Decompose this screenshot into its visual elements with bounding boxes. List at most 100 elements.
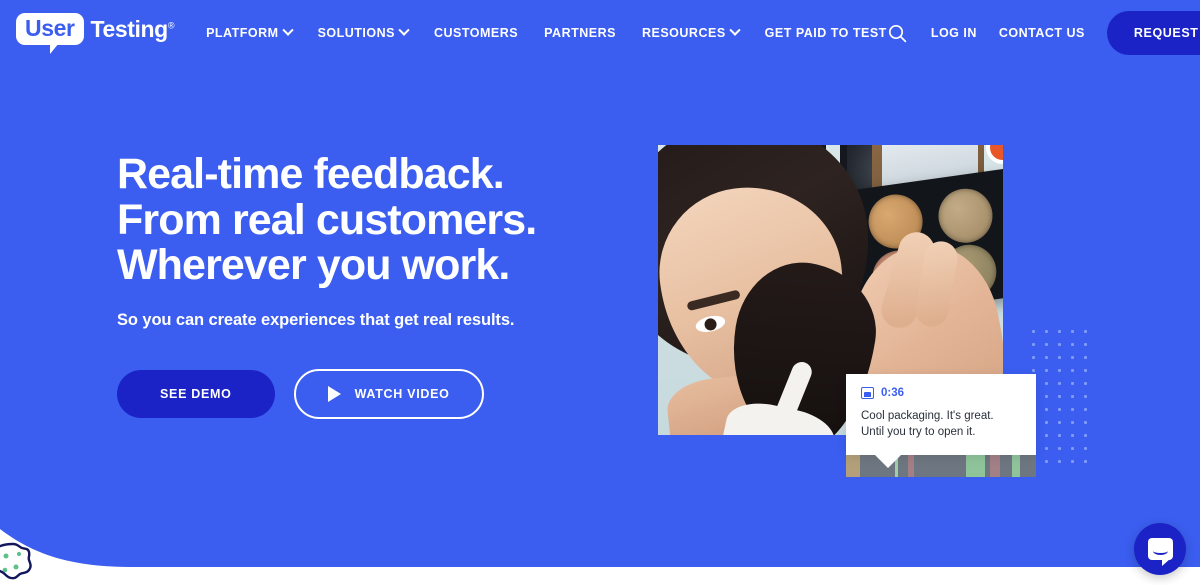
contact-us-link[interactable]: CONTACT US <box>999 26 1085 40</box>
nav-item-platform[interactable]: PLATFORM <box>206 24 294 40</box>
caption-quote-line-2: Until you try to open it. <box>861 426 976 439</box>
nav-item-platform-label: PLATFORM <box>206 26 279 40</box>
grid-dot <box>1045 408 1048 411</box>
grid-dot <box>1058 395 1061 398</box>
grid-dot <box>1071 356 1074 359</box>
chevron-down-icon <box>398 24 410 36</box>
logo-wordmark: Testing® <box>91 18 175 41</box>
nav-item-partners[interactable]: PARTNERS <box>544 26 616 40</box>
grid-dot <box>1084 382 1087 385</box>
grid-dot <box>1084 343 1087 346</box>
grid-dot <box>1084 356 1087 359</box>
hero-headline: Real-time feedback. From real customers.… <box>117 150 637 290</box>
nav-item-customers-label: CUSTOMERS <box>434 26 519 40</box>
headline-line-2: From real customers. <box>117 195 537 244</box>
grid-dot <box>1058 356 1061 359</box>
grid-dot <box>1058 434 1061 437</box>
logo-bubble-text: User <box>25 15 75 41</box>
grid-dot <box>1045 382 1048 385</box>
grid-dot <box>1045 460 1048 463</box>
video-caption-card[interactable]: 0:36 Cool packaging. It's great. Until y… <box>846 374 1036 468</box>
nav-item-solutions[interactable]: SOLUTIONS <box>317 24 410 40</box>
hero-content: Real-time feedback. From real customers.… <box>117 150 637 419</box>
grid-dot <box>1084 460 1087 463</box>
nav-item-get-paid-to-test[interactable]: GET PAID TO TEST <box>765 26 887 40</box>
grid-dot <box>1045 369 1048 372</box>
grid-dot <box>1071 382 1074 385</box>
grid-dot <box>1045 421 1048 424</box>
grid-dot <box>1071 421 1074 424</box>
grid-dot <box>1058 382 1061 385</box>
caption-quote-line-1: Cool packaging. It's great. <box>861 410 994 422</box>
hero-cta-row: SEE DEMO WATCH VIDEO <box>117 368 637 419</box>
search-icon[interactable] <box>887 22 909 44</box>
grid-dot <box>1045 330 1048 333</box>
play-icon <box>327 385 341 402</box>
watch-video-label: WATCH VIDEO <box>354 386 450 401</box>
logo-bubble: User <box>16 13 84 54</box>
grid-dot <box>1058 369 1061 372</box>
grid-dot <box>1032 356 1035 359</box>
bottom-wave-divider <box>0 529 1200 585</box>
chat-launcher-icon[interactable] <box>1134 523 1186 575</box>
grid-dot <box>1071 408 1074 411</box>
hero-subheadline: So you can create experiences that get r… <box>117 310 515 329</box>
see-demo-button[interactable]: SEE DEMO <box>117 369 275 418</box>
headline-line-1: Real-time feedback. <box>117 150 505 198</box>
chevron-down-icon <box>281 24 294 36</box>
page-root: User Testing® PLATFORM SOLUTIONS CUSTOME… <box>0 0 1200 585</box>
caption-timestamp: 0:36 <box>881 387 905 399</box>
grid-dot <box>1058 343 1061 346</box>
nav-item-partners-label: PARTNERS <box>544 26 616 40</box>
nav-right-group: LOG IN CONTACT US REQUEST TRIAL <box>887 11 1200 55</box>
usertesting-logo[interactable]: User Testing® <box>16 13 175 54</box>
grid-dot <box>1032 343 1035 346</box>
image-icon <box>861 387 874 399</box>
request-trial-button[interactable]: REQUEST TRIAL <box>1106 11 1200 55</box>
caption-quote: Cool packaging. It's great. Until you tr… <box>861 408 1021 441</box>
grid-dot <box>1071 460 1074 463</box>
watch-video-button[interactable]: WATCH VIDEO <box>293 368 484 419</box>
nav-item-resources-label: RESOURCES <box>641 26 726 40</box>
nav-item-customers[interactable]: CUSTOMERS <box>434 26 518 40</box>
contact-us-label: CONTACT US <box>998 26 1085 40</box>
grid-dot <box>1045 434 1048 437</box>
nav-item-solutions-label: SOLUTIONS <box>317 26 395 40</box>
grid-dot <box>1084 330 1087 333</box>
logo-bubble-tail-icon <box>50 43 66 54</box>
grid-dot <box>1071 434 1074 437</box>
chevron-down-icon <box>729 24 741 36</box>
decorative-dot-grid <box>1032 330 1094 475</box>
grid-dot <box>1071 395 1074 398</box>
grid-dot <box>1032 330 1035 333</box>
grid-dot <box>1045 343 1048 346</box>
nav-links: PLATFORM SOLUTIONS CUSTOMERS PARTNERS RE… <box>206 24 887 40</box>
logo-trademark: ® <box>167 20 175 31</box>
grid-dot <box>1058 330 1061 333</box>
cookie-consent-icon[interactable] <box>0 539 36 583</box>
login-label: LOG IN <box>930 26 977 40</box>
grid-dot <box>1045 356 1048 359</box>
logo-word-text: Testing <box>90 16 169 42</box>
grid-dot <box>1084 447 1087 450</box>
grid-dot <box>1058 408 1061 411</box>
grid-dot <box>1032 369 1035 372</box>
caption-pointer-arrow <box>874 453 902 468</box>
chat-bubble-shape <box>1147 538 1173 566</box>
login-link[interactable]: LOG IN <box>931 26 977 40</box>
chat-smile-shape <box>1152 547 1168 555</box>
grid-dot <box>1071 447 1074 450</box>
nav-item-resources[interactable]: RESOURCES <box>641 24 741 40</box>
grid-dot <box>1084 408 1087 411</box>
grid-dot <box>1058 447 1061 450</box>
grid-dot <box>1071 369 1074 372</box>
grid-dot <box>1058 460 1061 463</box>
headline-line-3: Wherever you work. <box>117 241 510 290</box>
grid-dot <box>1058 421 1061 424</box>
grid-dot <box>1071 343 1074 346</box>
top-navigation: User Testing® PLATFORM SOLUTIONS CUSTOME… <box>0 0 1200 66</box>
grid-dot <box>1045 447 1048 450</box>
grid-dot <box>1084 421 1087 424</box>
grid-dot <box>1084 369 1087 372</box>
caption-header: 0:36 <box>861 387 1021 399</box>
